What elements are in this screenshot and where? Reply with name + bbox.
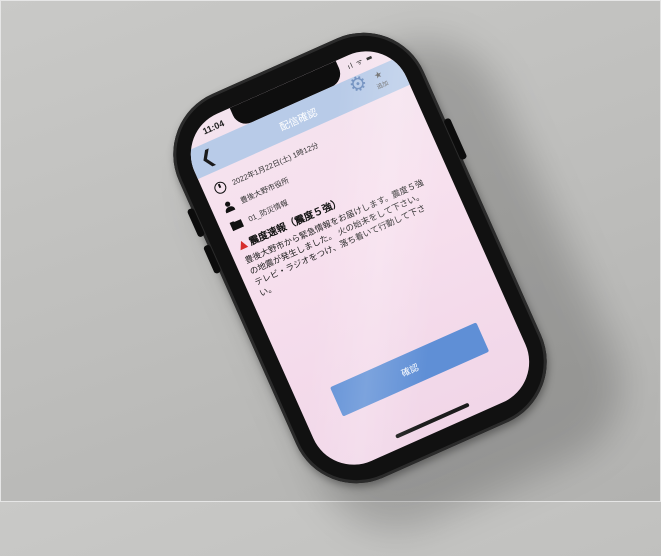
folder-icon bbox=[227, 215, 245, 233]
person-icon bbox=[219, 197, 237, 215]
status-time: 11:04 bbox=[201, 118, 226, 137]
clock-icon bbox=[211, 178, 229, 196]
